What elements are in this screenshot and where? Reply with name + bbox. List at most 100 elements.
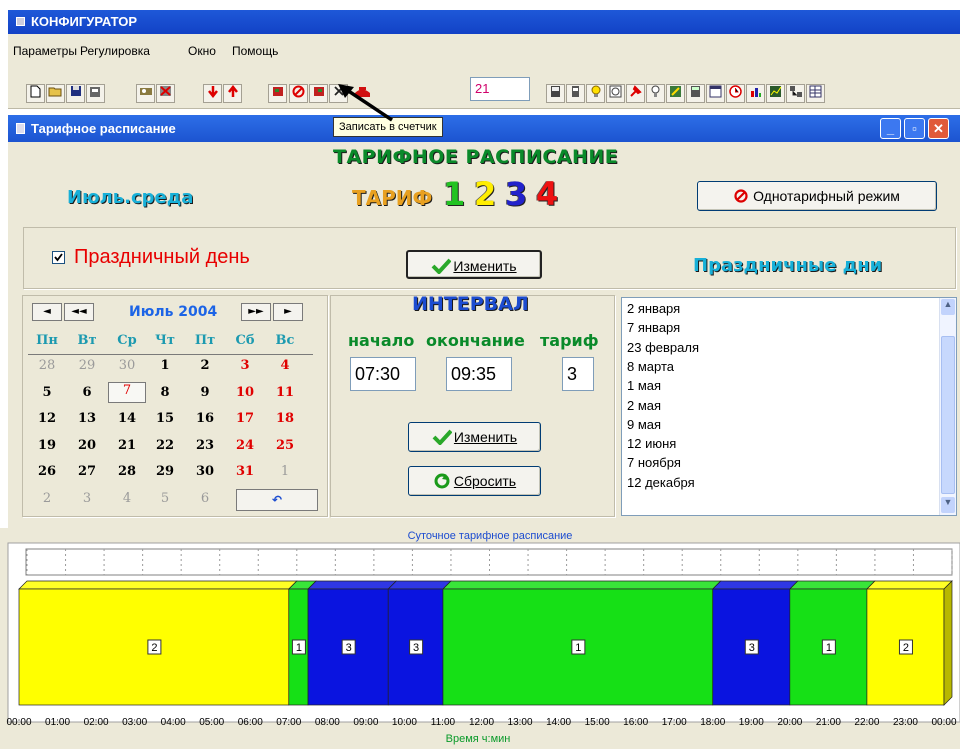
interval-reset-button[interactable]: Сбросить: [408, 466, 541, 496]
calendar-day[interactable]: 24: [226, 438, 264, 453]
tools-icon[interactable]: [666, 84, 685, 103]
calendar-day[interactable]: 26: [28, 464, 66, 479]
calendar-day[interactable]: 14: [108, 411, 146, 426]
calendar-day[interactable]: 19: [28, 438, 66, 453]
single-tariff-button[interactable]: Однотарифный режим: [697, 181, 937, 211]
table-icon[interactable]: [806, 84, 825, 103]
calendar-day[interactable]: 22: [146, 438, 184, 453]
holiday-list-item[interactable]: 9 мая: [627, 417, 661, 432]
holiday-list-item[interactable]: 1 мая: [627, 378, 661, 393]
calendar-today-button[interactable]: ↶: [236, 489, 318, 511]
calendar-day[interactable]: 6: [186, 491, 224, 506]
download-red-icon[interactable]: [203, 84, 222, 103]
calendar-day[interactable]: 2: [28, 491, 66, 506]
calendar-day[interactable]: 4: [108, 491, 146, 506]
calendar-day[interactable]: 23: [186, 438, 224, 453]
holiday-list-item[interactable]: 23 февраля: [627, 340, 699, 355]
scroll-down-icon[interactable]: ▼: [941, 497, 955, 513]
calendar-day[interactable]: 25: [266, 438, 304, 453]
stop-icon[interactable]: [289, 84, 308, 103]
calendar-day[interactable]: 10: [226, 385, 264, 400]
open-folder-icon[interactable]: [46, 84, 65, 103]
calendar-day[interactable]: 5: [146, 491, 184, 506]
calendar-day[interactable]: 28: [108, 464, 146, 479]
holiday-list-item[interactable]: 7 января: [627, 320, 680, 335]
upload-red-icon[interactable]: [223, 84, 242, 103]
network-icon[interactable]: [786, 84, 805, 103]
maximize-button[interactable]: ▫: [904, 118, 925, 139]
interval-change-button[interactable]: Изменить: [408, 422, 541, 452]
calendar-day[interactable]: 9: [186, 385, 224, 400]
interval-tariff-input[interactable]: 3: [562, 357, 594, 391]
close-button[interactable]: ✕: [928, 118, 949, 139]
calendar-day[interactable]: 3: [68, 491, 106, 506]
calendar-day[interactable]: 4: [266, 358, 304, 373]
meter-small-icon[interactable]: [566, 84, 585, 103]
device-clear-icon[interactable]: [156, 84, 175, 103]
properties-icon[interactable]: [86, 84, 105, 103]
counter-input[interactable]: 21: [470, 77, 530, 101]
app-title-bar: КОНФИГУРАТОР: [8, 10, 960, 34]
scroll-up-icon[interactable]: ▲: [941, 299, 955, 315]
holidays-list[interactable]: ▲ ▼ 2 января 7 января 23 февраля 8 марта 1 м…: [621, 297, 957, 516]
write-meter-icon[interactable]: [309, 84, 328, 103]
holiday-list-item[interactable]: 2 января: [627, 301, 680, 316]
chart-bar-top: [442, 580, 722, 590]
calendar-day[interactable]: 6: [68, 385, 106, 400]
menu-adjustment[interactable]: Регулировка: [80, 44, 150, 58]
bulb-icon[interactable]: [646, 84, 665, 103]
interval-end-input[interactable]: 09:35: [446, 357, 512, 391]
calendar-day[interactable]: 15: [146, 411, 184, 426]
calendar-day[interactable]: 17: [226, 411, 264, 426]
holiday-list-item[interactable]: 2 мая: [627, 398, 661, 413]
calendar-day[interactable]: 30: [186, 464, 224, 479]
clock-page-icon[interactable]: [606, 84, 625, 103]
read-meter-icon[interactable]: [268, 84, 287, 103]
minimize-button[interactable]: _: [880, 118, 901, 139]
calendar-day[interactable]: 21: [108, 438, 146, 453]
interval-start-input[interactable]: 07:30: [350, 357, 416, 391]
calendar-day[interactable]: 11: [266, 385, 304, 400]
holiday-checkbox[interactable]: [52, 251, 65, 264]
holiday-change-button[interactable]: Изменить: [406, 250, 542, 279]
calendar-day[interactable]: 1: [266, 464, 304, 479]
calendar-day[interactable]: 28: [28, 358, 66, 373]
pin-icon[interactable]: [626, 84, 645, 103]
menu-parameters[interactable]: Параметры: [13, 44, 77, 58]
clock-icon[interactable]: [726, 84, 745, 103]
calculator-icon[interactable]: [686, 84, 705, 103]
save-icon[interactable]: [66, 84, 85, 103]
calendar-day[interactable]: 27: [68, 464, 106, 479]
calendar-day[interactable]: 12: [28, 411, 66, 426]
meter-device-icon[interactable]: [546, 84, 565, 103]
new-file-icon[interactable]: [26, 84, 45, 103]
calendar-day[interactable]: 20: [68, 438, 106, 453]
holiday-list-item[interactable]: 12 июня: [627, 436, 676, 451]
device-read-icon[interactable]: [136, 84, 155, 103]
calendar-icon[interactable]: [706, 84, 725, 103]
calendar-day[interactable]: 3: [226, 358, 264, 373]
calendar-day[interactable]: 2: [186, 358, 224, 373]
calendar-day[interactable]: 18: [266, 411, 304, 426]
calendar-day[interactable]: 31: [226, 464, 264, 479]
calendar-day[interactable]: 29: [146, 464, 184, 479]
lamp-icon[interactable]: [586, 84, 605, 103]
menu-help[interactable]: Помощь: [232, 44, 278, 58]
calendar-day[interactable]: 1: [146, 358, 184, 373]
calendar-day[interactable]: 13: [68, 411, 106, 426]
calendar-day[interactable]: 8: [146, 385, 184, 400]
calendar-day[interactable]: 16: [186, 411, 224, 426]
holiday-checkbox-label[interactable]: Праздничный день: [74, 246, 250, 269]
chart-icon[interactable]: [746, 84, 765, 103]
holiday-list-item[interactable]: 8 марта: [627, 359, 674, 374]
holiday-list-item[interactable]: 12 декабря: [627, 475, 695, 490]
calendar-day[interactable]: 7: [108, 381, 146, 403]
calendar-day[interactable]: 29: [68, 358, 106, 373]
scroll-thumb[interactable]: [941, 336, 955, 494]
calendar-day[interactable]: 30: [108, 358, 146, 373]
list-scrollbar[interactable]: ▲ ▼: [939, 298, 956, 515]
calendar-day[interactable]: 5: [28, 385, 66, 400]
holiday-list-item[interactable]: 7 ноября: [627, 455, 681, 470]
menu-window[interactable]: Окно: [188, 44, 216, 58]
graph-icon[interactable]: [766, 84, 785, 103]
